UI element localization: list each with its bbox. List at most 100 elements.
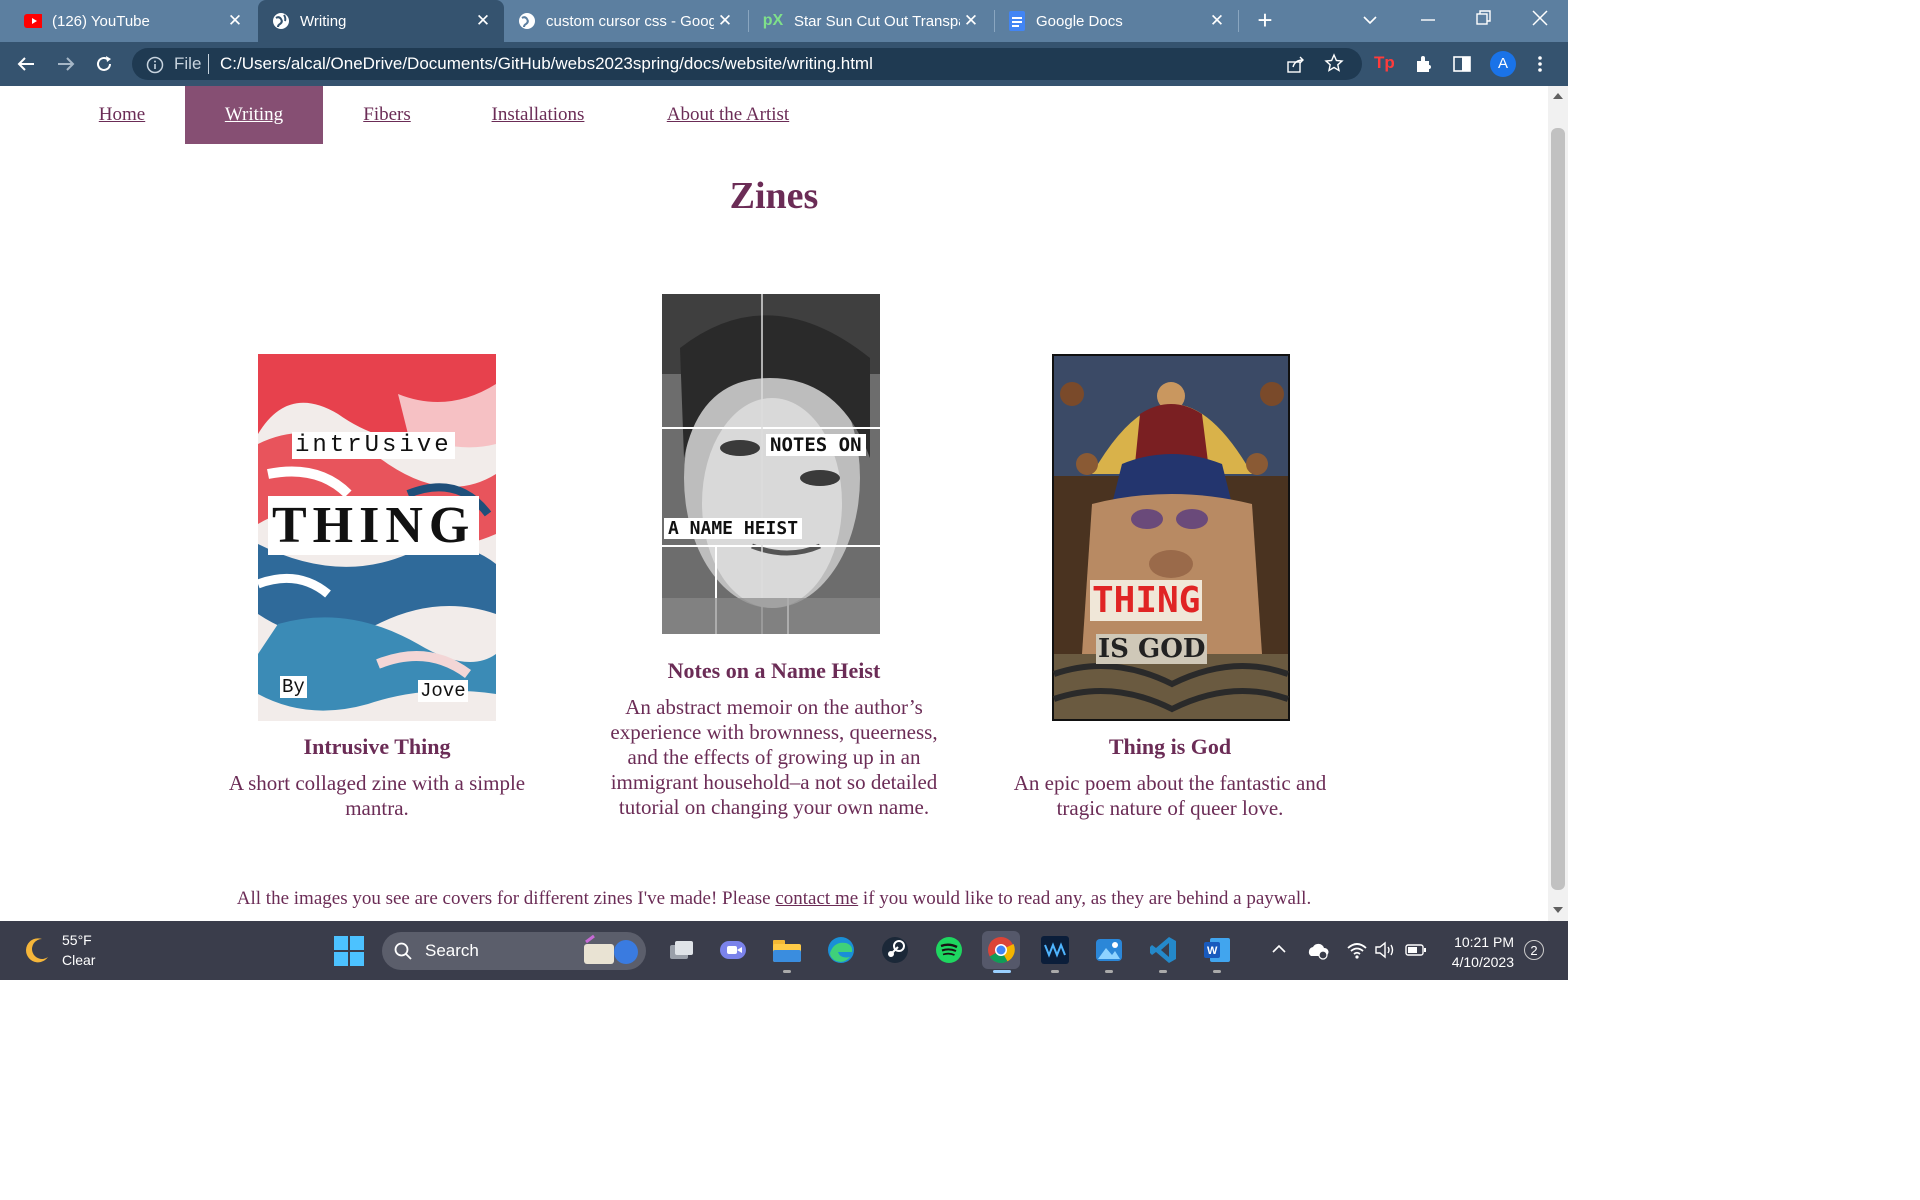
px-icon: pX (762, 12, 784, 29)
close-window-icon[interactable] (1530, 8, 1550, 28)
teams-chat-icon[interactable] (714, 931, 752, 969)
address-url[interactable]: C:/Users/alcal/OneDrive/Documents/GitHub… (220, 54, 873, 74)
battery-icon[interactable] (1404, 940, 1428, 960)
cover-word: Jove (418, 680, 468, 702)
nav-about-the-artist[interactable]: About the Artist (638, 86, 818, 144)
edge-icon[interactable] (822, 931, 860, 969)
tab-separator (994, 10, 995, 32)
cover-word: A NAME HEIST (664, 518, 803, 539)
globe-icon (272, 12, 290, 30)
address-separator (208, 54, 209, 74)
tab-google-docs[interactable]: Google Docs ✕ (998, 0, 1238, 42)
minimize-icon[interactable] (1418, 10, 1438, 30)
zine-description: An abstract memoir on the author’s exper… (610, 695, 938, 819)
cover-word: THING (1090, 580, 1203, 621)
new-tab-button[interactable]: + (1252, 7, 1278, 34)
nav-installations[interactable]: Installations (452, 86, 624, 144)
windows-start-icon[interactable] (334, 936, 364, 966)
file-explorer-icon[interactable] (768, 931, 806, 969)
menu-kebab-icon[interactable] (1534, 54, 1546, 74)
close-icon[interactable]: ✕ (474, 12, 492, 30)
tab-search-icon[interactable] (1360, 10, 1380, 30)
reload-icon[interactable] (90, 50, 118, 78)
close-icon[interactable]: ✕ (716, 12, 734, 30)
extension-tp-icon[interactable]: Tp (1374, 53, 1395, 73)
zine-cover-thing-is-god[interactable]: THING IS GOD (1052, 354, 1290, 721)
tab-title: Star Sun Cut Out Transpar (794, 12, 960, 30)
notification-badge[interactable]: 2 (1524, 940, 1544, 960)
tab-writing[interactable]: Writing ✕ (258, 0, 504, 42)
profile-avatar[interactable]: A (1490, 51, 1516, 77)
nav-home[interactable]: Home (60, 86, 184, 144)
weather-temp: 55°F (62, 932, 92, 948)
tab-custom-cursor[interactable]: custom cursor css - Goog ✕ (506, 0, 746, 42)
tab-separator (748, 10, 749, 32)
side-panel-icon[interactable] (1452, 54, 1472, 74)
page-title: Zines (729, 175, 819, 217)
system-clock[interactable]: 10:21 PM 4/10/2023 (1452, 932, 1514, 972)
restore-icon[interactable] (1474, 8, 1494, 28)
address-scheme: File (174, 54, 202, 73)
moon-weather-icon[interactable] (22, 935, 52, 965)
cover-word: NOTES ON (766, 434, 866, 456)
scroll-down-icon[interactable] (1552, 906, 1564, 914)
chrome-icon[interactable] (982, 931, 1020, 969)
running-indicator (1159, 970, 1167, 973)
bookmark-star-icon[interactable] (1324, 53, 1344, 73)
contact-me-link[interactable]: contact me (775, 888, 858, 909)
weather-widget[interactable]: 55°F Clear (62, 930, 95, 970)
tab-star-sun[interactable]: pX Star Sun Cut Out Transpar ✕ (752, 0, 992, 42)
tab-title: Writing (300, 12, 347, 30)
youtube-icon (24, 12, 42, 30)
search-highlight-icon (580, 934, 642, 968)
zine-title: Notes on a Name Heist (667, 658, 881, 683)
close-icon[interactable]: ✕ (1208, 12, 1226, 30)
cover-word: By (280, 676, 307, 698)
tab-separator (1238, 10, 1239, 32)
share-icon[interactable] (1286, 54, 1306, 74)
tab-title: custom cursor css - Goog (546, 12, 714, 30)
nav-fibers[interactable]: Fibers (330, 86, 444, 144)
svg-text:W: W (1207, 945, 1218, 957)
volume-icon[interactable] (1374, 940, 1396, 960)
task-view-icon[interactable] (662, 931, 700, 969)
running-indicator (993, 970, 1011, 973)
word-icon[interactable]: W (1198, 931, 1236, 969)
weather-condition: Clear (62, 952, 96, 968)
footer-text: All the images you see are covers for di… (236, 888, 776, 909)
scroll-up-icon[interactable] (1552, 92, 1564, 100)
zine-description: A short collaged zine with a simple mant… (228, 771, 526, 820)
zine-description: An epic poem about the fantastic and tra… (1013, 771, 1327, 820)
waves-audio-icon[interactable] (1036, 931, 1074, 969)
zine-cover-notes-on-a-name-heist[interactable]: NOTES ON A NAME HEIST (660, 288, 886, 636)
cover-word: THING (268, 496, 480, 555)
search-icon (394, 942, 412, 960)
scrollbar-thumb[interactable] (1551, 128, 1565, 890)
footer-text: if you would like to read any, as they a… (858, 888, 1312, 909)
zine-title: Thing is God (1108, 734, 1232, 759)
running-indicator (1051, 970, 1059, 973)
tab-title: (126) YouTube (52, 12, 150, 30)
photos-icon[interactable] (1090, 931, 1128, 969)
search-placeholder: Search (425, 941, 479, 960)
nav-writing[interactable]: Writing (185, 86, 323, 144)
wifi-icon[interactable] (1346, 940, 1368, 960)
globe-icon (518, 12, 536, 30)
info-icon[interactable] (146, 56, 164, 74)
spotify-icon[interactable] (930, 931, 968, 969)
close-icon[interactable]: ✕ (962, 12, 980, 30)
onedrive-sync-icon[interactable] (1306, 940, 1330, 960)
forward-icon[interactable] (52, 50, 80, 78)
zine-title: Intrusive Thing (303, 734, 451, 759)
show-hidden-icons-chevron-icon[interactable] (1270, 942, 1288, 956)
cover-word: IS GOD (1096, 634, 1208, 664)
tab-youtube[interactable]: (126) YouTube ✕ (12, 0, 256, 42)
tab-title: Google Docs (1036, 12, 1123, 30)
extensions-puzzle-icon[interactable] (1414, 54, 1434, 74)
close-icon[interactable]: ✕ (226, 12, 244, 30)
back-icon[interactable] (12, 50, 40, 78)
vscode-icon[interactable] (1144, 931, 1182, 969)
running-indicator (1105, 970, 1113, 973)
steam-icon[interactable] (876, 931, 914, 969)
zine-cover-intrusive-thing[interactable]: intrUsive THING By Jove (258, 354, 496, 721)
